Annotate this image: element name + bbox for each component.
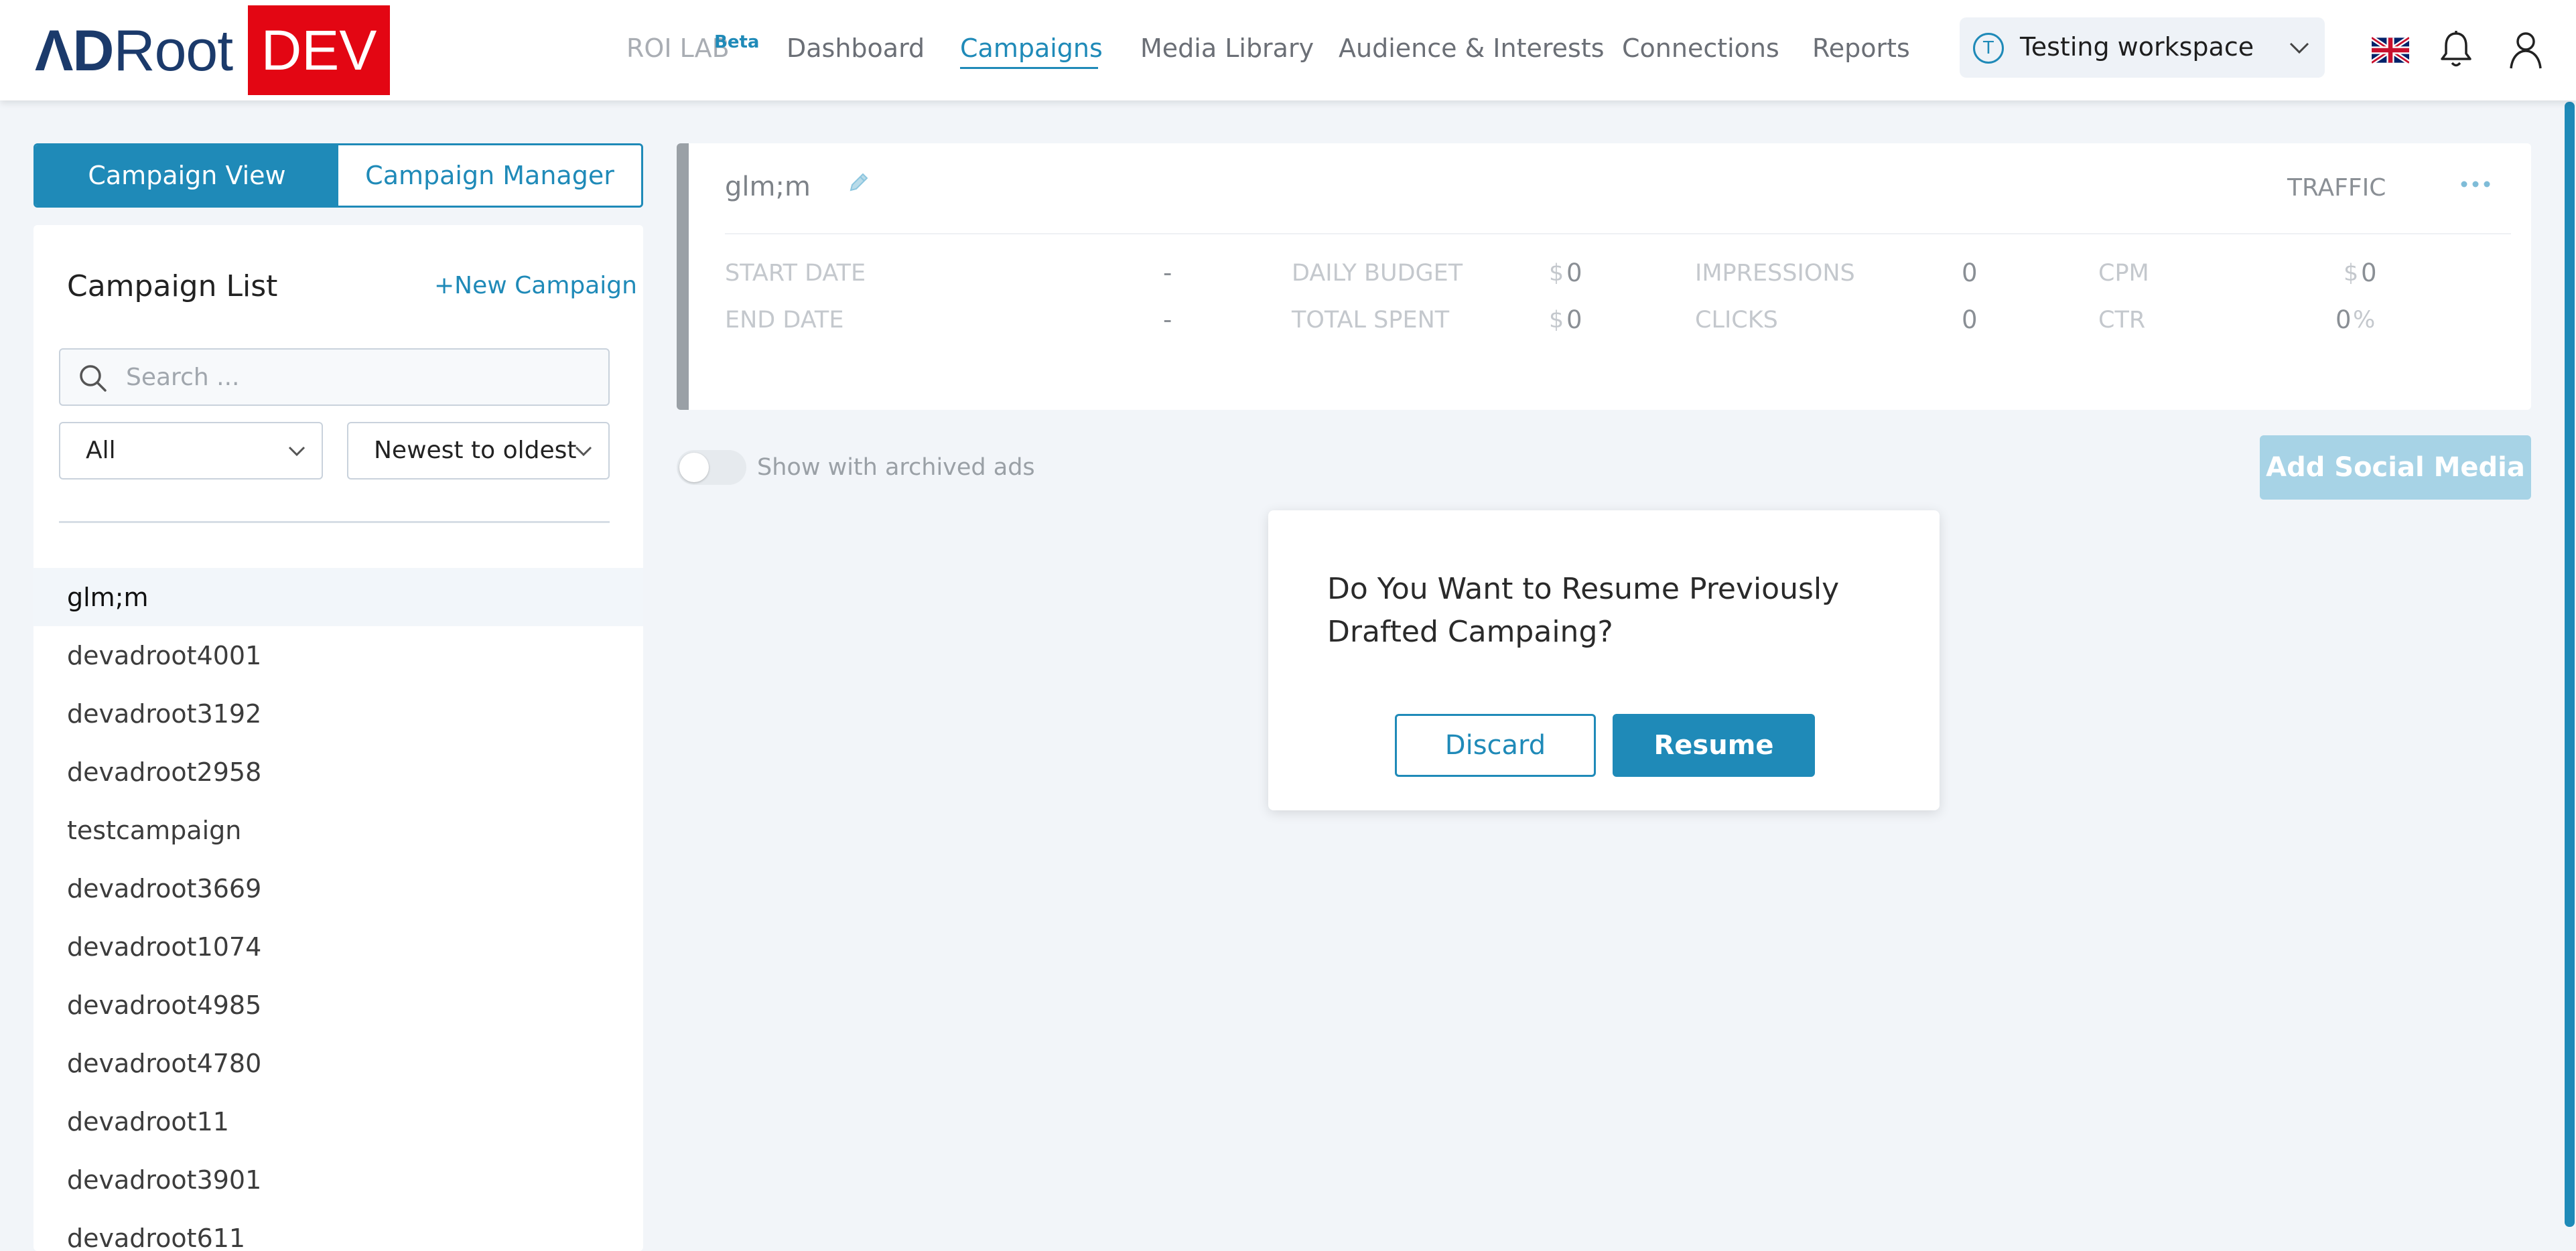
archived-ads-label: Show with archived ads [757, 454, 1035, 481]
beta-badge: Beta [714, 32, 760, 52]
search-input[interactable] [126, 356, 595, 398]
resume-button[interactable]: Resume [1613, 714, 1815, 777]
chevron-down-icon [575, 446, 592, 457]
campaign-list-title: Campaign List [67, 269, 278, 303]
sidebar-divider [59, 521, 610, 523]
status-filter-value: All [86, 437, 116, 464]
edit-pencil-icon[interactable] [845, 169, 872, 196]
workspace-name: Testing workspace [2020, 32, 2254, 62]
daily-budget-label: DAILY BUDGET [1292, 260, 1463, 287]
nav-campaigns[interactable]: Campaigns [960, 33, 1103, 63]
campaign-list-item[interactable]: devadroot4780 [33, 1034, 643, 1092]
campaign-list-panel: Campaign List +New Campaign All Newest t… [33, 225, 643, 1251]
total-spent-label: TOTAL SPENT [1292, 307, 1450, 334]
campaign-list: glm;m devadroot4001 devadroot3192 devadr… [33, 568, 643, 1251]
chevron-down-icon [288, 446, 306, 457]
campaign-view-tab[interactable]: Campaign View [36, 145, 338, 206]
campaign-summary-card: glm;m TRAFFIC START DATE - DAILY BUDGET … [677, 143, 2531, 410]
ctr-value: 0 [2335, 305, 2352, 334]
daily-budget-currency: $ [1549, 260, 1564, 287]
chevron-down-icon [2289, 42, 2309, 54]
more-options-icon[interactable] [2460, 179, 2491, 189]
start-date-label: START DATE [725, 260, 866, 287]
discard-button[interactable]: Discard [1395, 714, 1596, 777]
campaign-name: glm;m [725, 171, 811, 202]
add-social-media-button[interactable]: Add Social Media [2260, 435, 2531, 500]
clicks-label: CLICKS [1695, 307, 1778, 334]
campaign-manager-tab[interactable]: Campaign Manager [338, 145, 641, 206]
archived-ads-toggle[interactable] [677, 450, 746, 485]
top-header: ΛDRoot DEV ROI LAB Beta Dashboard Campai… [0, 0, 2576, 100]
card-divider [725, 233, 2511, 234]
cpm-value: 0 [2361, 259, 2377, 287]
user-icon[interactable] [2507, 29, 2545, 70]
start-date-value: - [1163, 259, 1172, 287]
nav-media-library[interactable]: Media Library [1140, 33, 1314, 63]
nav-active-underline [960, 67, 1098, 69]
nav-reports[interactable]: Reports [1812, 33, 1910, 63]
campaign-list-item[interactable]: devadroot4001 [33, 626, 643, 684]
search-icon [80, 365, 107, 392]
clicks-value: 0 [1962, 305, 1978, 334]
sort-order-value: Newest to oldest [374, 437, 577, 464]
campaign-list-item[interactable]: devadroot3901 [33, 1151, 643, 1209]
cpm-currency: $ [2344, 260, 2359, 287]
nav-dashboard[interactable]: Dashboard [787, 33, 925, 63]
status-filter-dropdown[interactable]: All [59, 422, 323, 480]
uk-flag-icon[interactable] [2372, 37, 2409, 64]
end-date-value: - [1163, 305, 1172, 334]
view-toggle: Campaign View Campaign Manager [33, 143, 643, 208]
campaign-list-item[interactable]: devadroot611 [33, 1209, 643, 1251]
campaign-list-item[interactable]: testcampaign [33, 801, 643, 859]
workspace-selector[interactable]: T Testing workspace [1960, 17, 2325, 78]
campaign-list-item[interactable]: devadroot4985 [33, 976, 643, 1034]
end-date-label: END DATE [725, 307, 844, 334]
campaign-list-item[interactable]: devadroot3669 [33, 859, 643, 917]
dialog-message: Do You Want to Resume Previously Drafted… [1327, 572, 1840, 649]
nav-audience-interests[interactable]: Audience & Interests [1339, 33, 1605, 63]
adroot-logo[interactable]: ΛDRoot [35, 17, 233, 84]
logo-mark: ΛD [35, 19, 114, 83]
campaign-objective: TRAFFIC [2287, 174, 2386, 202]
page-scrollbar-thumb[interactable] [2565, 102, 2575, 1227]
cpm-label: CPM [2098, 260, 2149, 287]
nav-connections[interactable]: Connections [1622, 33, 1779, 63]
campaign-list-item[interactable]: devadroot11 [33, 1092, 643, 1151]
campaign-list-item[interactable]: devadroot2958 [33, 743, 643, 801]
impressions-label: IMPRESSIONS [1695, 260, 1855, 287]
sort-order-dropdown[interactable]: Newest to oldest [347, 422, 610, 480]
workspace-avatar: T [1973, 33, 2004, 64]
toggle-knob [679, 453, 709, 482]
ctr-label: CTR [2098, 307, 2146, 334]
daily-budget-value: 0 [1566, 259, 1582, 287]
impressions-value: 0 [1962, 259, 1978, 287]
campaign-search [59, 348, 610, 406]
total-spent-value: 0 [1566, 305, 1582, 334]
total-spent-currency: $ [1549, 307, 1564, 334]
resume-draft-dialog: Do You Want to Resume Previously Drafted… [1268, 510, 1940, 810]
campaign-list-item[interactable]: devadroot1074 [33, 917, 643, 976]
logo-wordmark: Root [113, 19, 233, 83]
bell-icon[interactable] [2439, 29, 2473, 70]
campaign-list-item[interactable]: devadroot3192 [33, 684, 643, 743]
env-badge: DEV [248, 5, 390, 95]
campaign-list-item[interactable]: glm;m [33, 568, 643, 626]
new-campaign-link[interactable]: +New Campaign [434, 272, 637, 299]
ctr-unit: % [2353, 307, 2376, 334]
